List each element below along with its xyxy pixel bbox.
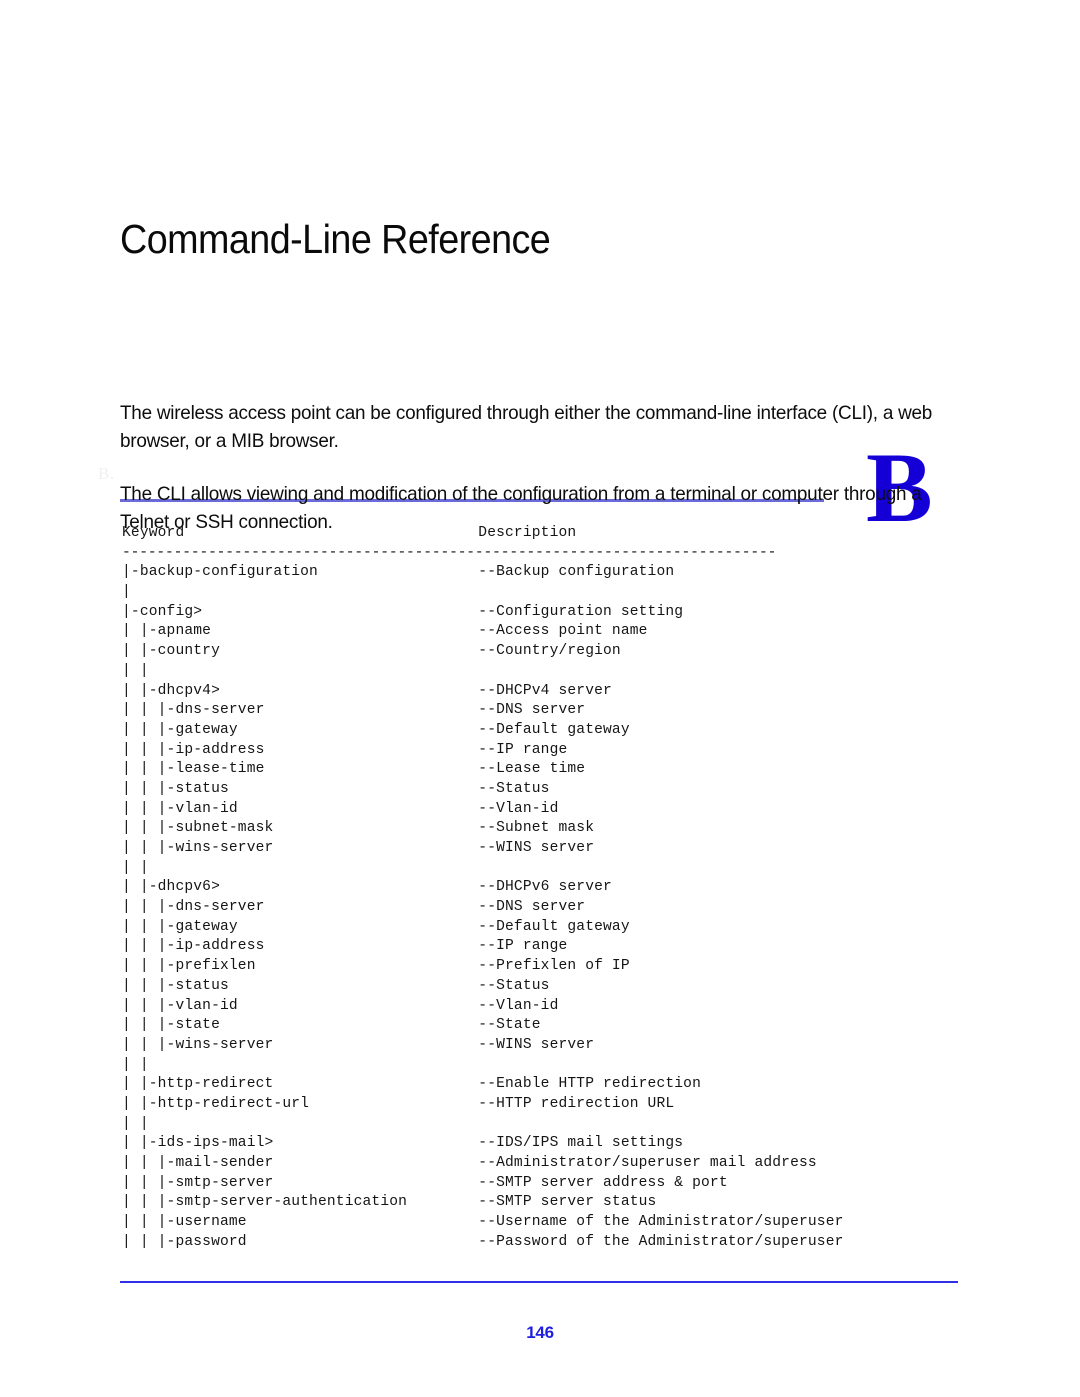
cli-tree-row: | |-apname --Access point name	[122, 623, 648, 640]
footer-divider	[120, 1281, 958, 1283]
cli-tree-row: | | |-prefixlen --Prefixlen of IP	[122, 958, 630, 975]
cli-separator-rule: ----------------------------------------…	[122, 544, 777, 561]
cli-tree-row: | | |-lease-time --Lease time	[122, 761, 586, 778]
cli-command-tree: Keyword Description ---------------------…	[122, 524, 982, 1252]
cli-tree-row: | | |-dns-server --DNS server	[122, 899, 586, 916]
cli-tree-row: | |-dhcpv6> --DHCPv6 server	[122, 879, 612, 896]
document-page: B. Command-Line Reference B The wireless…	[0, 0, 1080, 1397]
cli-tree-row: | | |-wins-server --WINS server	[122, 840, 595, 856]
cli-tree-row: | | |-ip-address --IP range	[122, 741, 568, 758]
page-number: 146	[526, 1323, 554, 1342]
cli-tree-row: | |-dhcpv4> --DHCPv4 server	[122, 682, 612, 699]
cli-tree-row: | |-http-redirect-url --HTTP redirection…	[122, 1095, 675, 1112]
cli-tree-row: | |	[122, 1115, 149, 1132]
cli-column-headers: Keyword Description	[122, 525, 577, 541]
cli-tree-row: | | |-vlan-id --Vlan-id	[122, 997, 559, 1014]
chapter-ghost-mark: B.	[98, 464, 115, 483]
page-title: Command-Line Reference	[120, 216, 551, 262]
cli-tree-row: | | |-gateway --Default gateway	[122, 918, 630, 935]
chapter-header: B. Command-Line Reference B	[0, 216, 1080, 538]
cli-tree-row: | | |-subnet-mask --Subnet mask	[122, 820, 595, 837]
intro-paragraph-1: The wireless access point can be configu…	[120, 402, 933, 452]
cli-tree-row: | |-ids-ips-mail> --IDS/IPS mail setting…	[122, 1135, 684, 1152]
cli-tree-row: | | |-username --Username of the Adminis…	[122, 1214, 844, 1231]
cli-tree-row: | | |-status --Status	[122, 780, 550, 797]
cli-tree-row: | |-country --Country/region	[122, 643, 621, 660]
cli-tree-row: | | |-status --Status	[122, 977, 550, 994]
cli-tree-row: | |	[122, 859, 149, 876]
cli-tree-row: |-config> --Configuration setting	[122, 603, 684, 620]
cli-tree-row: | | |-dns-server --DNS server	[122, 702, 586, 719]
cli-tree-row: | | |-password --Password of the Adminis…	[122, 1233, 844, 1250]
cli-tree-row: | | |-ip-address --IP range	[122, 938, 568, 955]
cli-tree-row: | |	[122, 662, 149, 679]
cli-tree-row: | | |-smtp-server-authentication --SMTP …	[122, 1194, 657, 1211]
cli-tree-row: | | |-state --State	[122, 1017, 541, 1034]
cli-tree-row: | | |-vlan-id --Vlan-id	[122, 800, 559, 817]
cli-tree-row: | | |-smtp-server --SMTP server address …	[122, 1174, 728, 1191]
cli-tree-row: | |-http-redirect --Enable HTTP redirect…	[122, 1076, 701, 1093]
cli-tree-row: |	[122, 584, 131, 601]
cli-tree-row: | | |-mail-sender --Administrator/superu…	[122, 1155, 817, 1171]
cli-tree-row: | |	[122, 1056, 149, 1073]
cli-tree-row: |-backup-configuration --Backup configur…	[122, 564, 675, 581]
cli-tree-row: | | |-gateway --Default gateway	[122, 721, 630, 738]
cli-tree-row: | | |-wins-server --WINS server	[122, 1036, 595, 1053]
